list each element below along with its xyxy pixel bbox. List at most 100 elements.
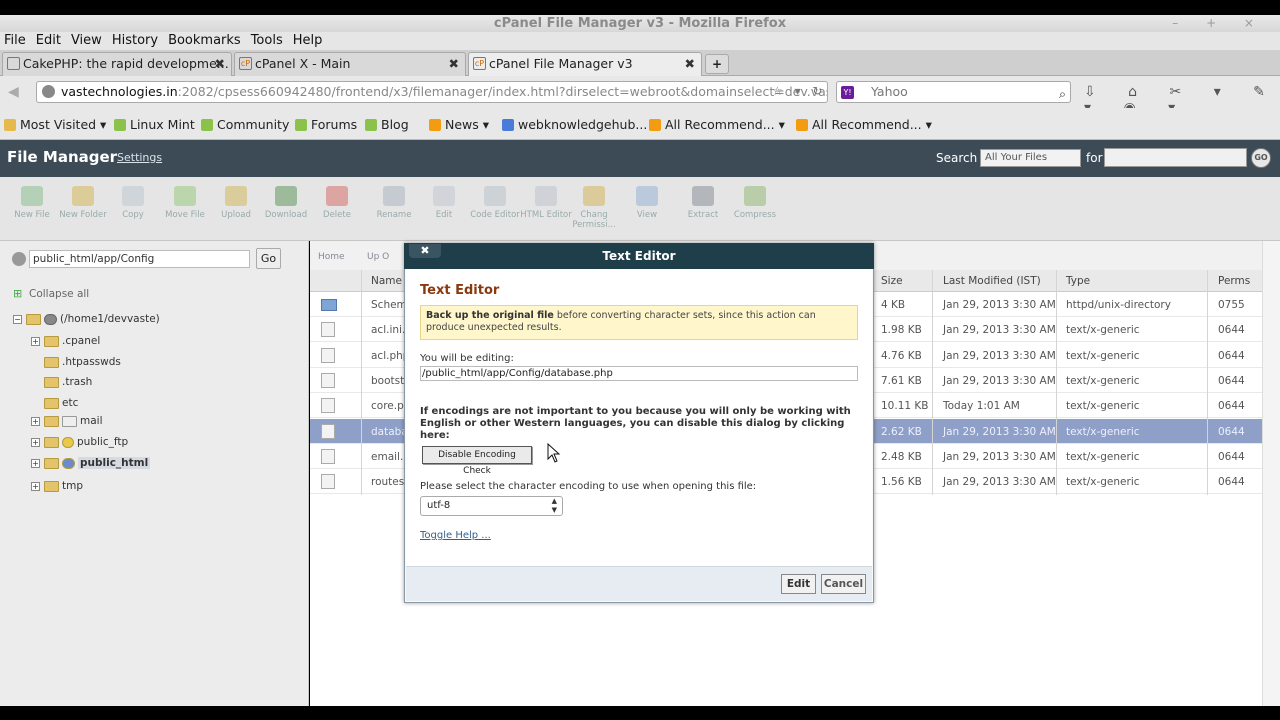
tree-item-public-html[interactable]: + public_html: [31, 457, 151, 469]
cancel-button[interactable]: Cancel: [821, 574, 866, 594]
tree-item-trash[interactable]: .trash: [44, 376, 92, 388]
toolbar-label: Extract: [687, 210, 719, 220]
url-bar[interactable]: vastechnologies.in:2082/cpsess660942480/…: [36, 81, 828, 103]
delete-button[interactable]: Delete: [309, 186, 365, 220]
tree-root[interactable]: − (/home1/devvaste): [13, 313, 160, 325]
close-icon[interactable]: ✖: [409, 244, 441, 258]
file-type: text/x-generic: [1066, 349, 1140, 362]
tree-item-etc[interactable]: etc: [44, 397, 78, 409]
bookmark-all-recommend-2[interactable]: All Recommend... ▾: [796, 117, 932, 132]
settings-link[interactable]: Settings: [117, 151, 162, 164]
warning-bold: Back up the original file: [426, 310, 554, 321]
collapse-icon[interactable]: −: [13, 314, 22, 324]
path-go-button[interactable]: Go: [256, 248, 281, 269]
tree-item-label: tmp: [62, 480, 84, 492]
download-button[interactable]: Download: [258, 186, 314, 220]
menu-tools[interactable]: Tools: [251, 32, 283, 50]
expand-icon[interactable]: +: [31, 416, 40, 426]
column-perms[interactable]: Perms: [1218, 275, 1250, 287]
copy-button[interactable]: Copy: [105, 186, 161, 220]
scrollbar[interactable]: [1262, 241, 1280, 706]
bookmark-all-recommend-1[interactable]: All Recommend... ▾: [649, 117, 785, 132]
tab-file-manager[interactable]: cP cPanel File Manager v3 ✖: [468, 52, 702, 76]
tab-cakephp[interactable]: CakePHP: the rapid developme... ✖: [2, 52, 232, 76]
extract-button[interactable]: Extract: [675, 186, 731, 220]
column-divider: [361, 270, 362, 495]
move-file-button[interactable]: Move File: [157, 186, 213, 220]
select-encoding-label: Please select the character encoding to …: [420, 481, 757, 492]
column-size[interactable]: Size: [881, 275, 903, 287]
file-type: text/x-generic: [1066, 374, 1140, 387]
expand-icon[interactable]: +: [31, 481, 40, 491]
tree-item-cpanel[interactable]: + .cpanel: [31, 335, 100, 347]
edit-button[interactable]: Edit: [416, 186, 472, 220]
collapse-all-link[interactable]: Collapse all: [13, 287, 89, 300]
compress-button[interactable]: Compress: [727, 186, 783, 220]
tree-item-htpasswds[interactable]: .htpasswds: [44, 356, 121, 368]
close-tab-icon[interactable]: ✖: [449, 53, 459, 75]
url-controls[interactable]: ☆ ▾ ↻: [772, 84, 826, 98]
rename-button[interactable]: Rename: [366, 186, 422, 220]
column-last-modified[interactable]: Last Modified (IST): [943, 275, 1041, 287]
tree-item-public-ftp[interactable]: + public_ftp: [31, 436, 128, 448]
bookmark-community[interactable]: Community: [201, 117, 289, 132]
tree-item-tmp[interactable]: + tmp: [31, 480, 83, 492]
bookmark-news[interactable]: News ▾: [429, 117, 489, 132]
tree-item-label: public_html: [78, 457, 151, 469]
globe-icon: [62, 457, 75, 469]
view-button[interactable]: View: [619, 186, 675, 220]
tree-item-mail[interactable]: + mail: [31, 415, 103, 427]
search-scope-select[interactable]: All Your Files: [980, 149, 1081, 167]
path-input[interactable]: public_html/app/Config: [29, 250, 250, 268]
ftp-icon: [62, 436, 74, 448]
toggle-help-link[interactable]: Toggle Help ...: [420, 530, 491, 541]
new-tab-button[interactable]: +: [705, 54, 729, 74]
menu-file[interactable]: File: [4, 32, 26, 50]
change-permissions-button[interactable]: Chang Permissi...: [566, 186, 622, 230]
menu-help[interactable]: Help: [293, 32, 323, 50]
expand-icon[interactable]: +: [31, 336, 40, 346]
editing-path-field[interactable]: /public_html/app/Config/database.php: [420, 366, 858, 381]
edit-button[interactable]: Edit: [781, 574, 816, 594]
tree-item-label: mail: [80, 415, 103, 427]
menu-bookmarks[interactable]: Bookmarks: [168, 32, 241, 50]
close-tab-icon[interactable]: ✖: [215, 53, 225, 75]
disable-encoding-check-button[interactable]: Disable Encoding Check: [422, 446, 532, 476]
new-file-button[interactable]: New File: [4, 186, 60, 220]
search-engine-box[interactable]: Y! Yahoo ⌕: [836, 81, 1071, 103]
column-type[interactable]: Type: [1066, 275, 1090, 287]
search-icon[interactable]: ⌕: [1059, 84, 1066, 104]
path-icon: [12, 252, 26, 266]
close-tab-icon[interactable]: ✖: [685, 53, 695, 75]
back-arrow-icon[interactable]: ◀: [8, 84, 19, 100]
folder-icon: [321, 299, 337, 311]
menu-history[interactable]: History: [112, 32, 158, 50]
bookmark-linux-mint[interactable]: Linux Mint: [114, 117, 195, 132]
tab-cpanel-main[interactable]: cP cPanel X - Main ✖: [234, 52, 466, 76]
up-one-level-link[interactable]: Up O: [367, 252, 389, 262]
code-editor-button[interactable]: Code Editor: [467, 186, 523, 220]
menu-edit[interactable]: Edit: [36, 32, 61, 50]
extract-icon: [692, 186, 714, 206]
expand-icon[interactable]: +: [31, 437, 40, 447]
search-go-button[interactable]: GO: [1251, 148, 1271, 168]
encoding-select[interactable]: utf-8 ▲ ▼: [420, 496, 563, 516]
menu-view[interactable]: View: [71, 32, 102, 50]
bookmark-webknowledgehub[interactable]: webknowledgehub...: [502, 117, 647, 132]
view-icon: [636, 186, 658, 206]
bookmark-forums[interactable]: Forums: [295, 117, 357, 132]
file-size: 2.62 KB: [881, 425, 922, 438]
file-modified: Jan 29, 2013 3:30 AM: [943, 324, 1056, 337]
search-label: Search: [936, 151, 978, 165]
upload-button[interactable]: Upload: [208, 186, 264, 220]
home-link[interactable]: Home: [318, 252, 345, 262]
folder-icon: [44, 397, 59, 409]
window-controls[interactable]: – + ×: [1172, 15, 1266, 32]
new-folder-button[interactable]: New Folder: [55, 186, 111, 220]
bookmark-blog[interactable]: Blog: [365, 117, 409, 132]
expand-icon[interactable]: +: [31, 458, 40, 468]
column-name[interactable]: Name: [371, 275, 402, 287]
bookmark-most-visited[interactable]: Most Visited ▾: [4, 117, 106, 132]
search-input[interactable]: [1104, 148, 1247, 167]
copy-icon: [122, 186, 144, 206]
